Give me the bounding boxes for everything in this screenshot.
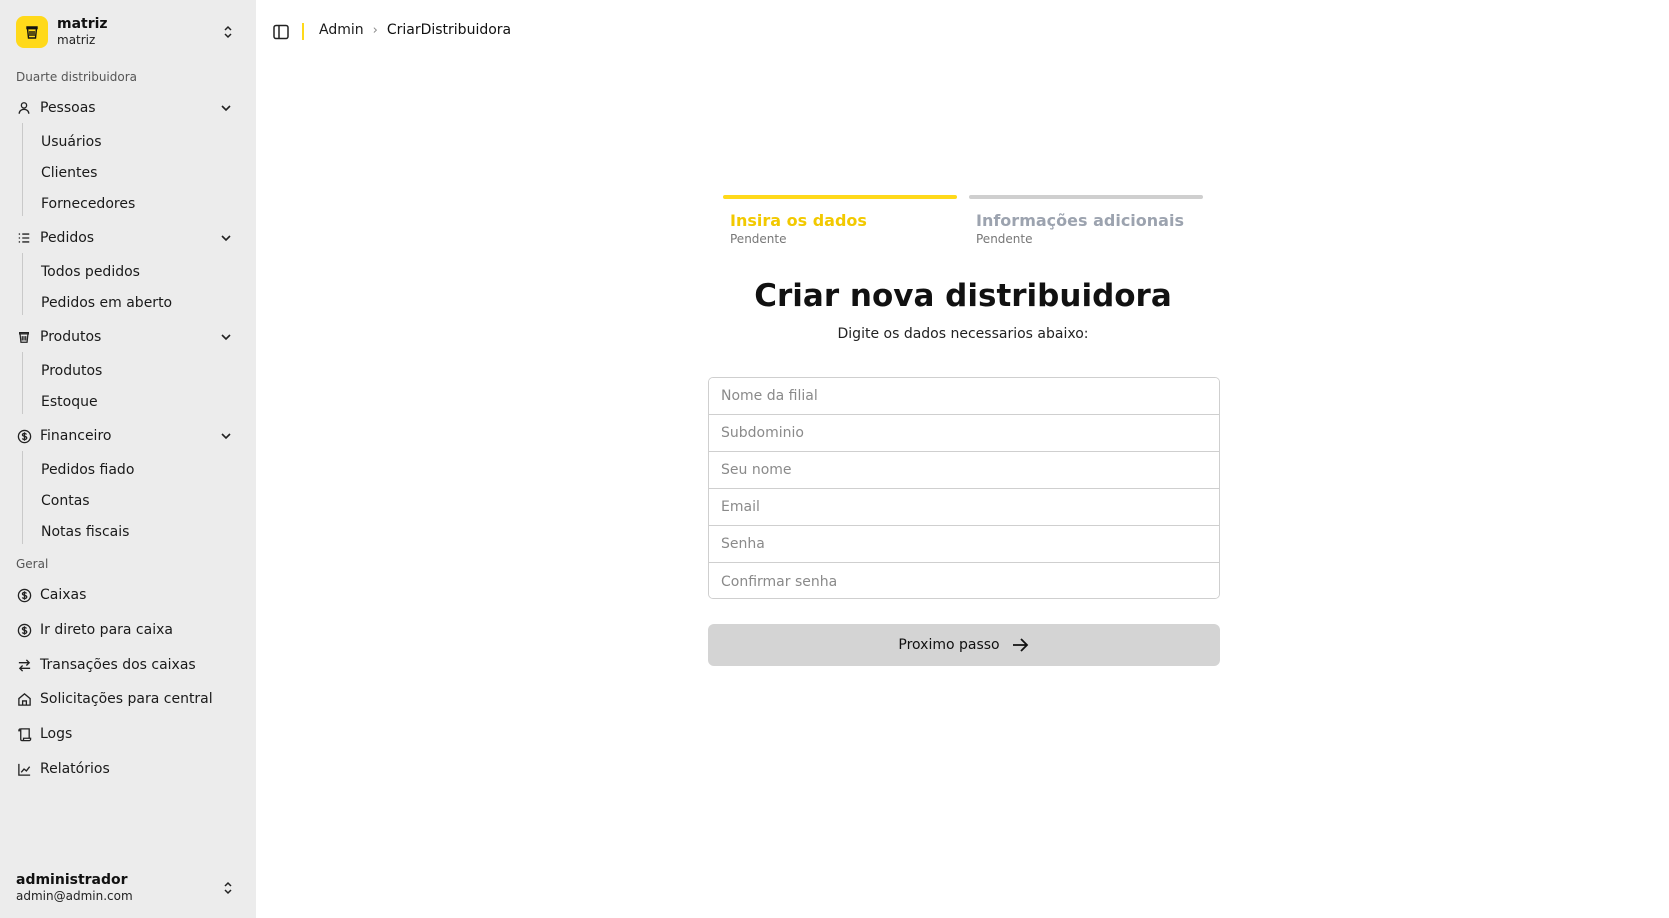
nav-group-produtos[interactable]: Produtos bbox=[16, 324, 242, 350]
form-title: Criar nova distribuidora bbox=[754, 278, 1172, 314]
senha-field[interactable] bbox=[709, 526, 1219, 563]
nav-group-label: Produtos bbox=[40, 329, 102, 345]
chevron-right-icon: › bbox=[372, 22, 378, 38]
form-subtitle: Digite os dados necessarios abaixo: bbox=[837, 326, 1089, 342]
seu-nome-field[interactable] bbox=[709, 452, 1219, 489]
list-icon bbox=[16, 230, 32, 246]
scroll-icon bbox=[16, 726, 32, 742]
email-field[interactable] bbox=[709, 489, 1219, 526]
submenu-rail bbox=[22, 123, 23, 216]
org-switcher[interactable]: matriz matriz bbox=[16, 14, 242, 50]
sidebar-item-relatorios[interactable]: Relatórios bbox=[16, 756, 242, 782]
step-title: Informações adicionais bbox=[976, 211, 1184, 230]
sidebar-item-solicitacoes-para-central[interactable]: Solicitações para central bbox=[16, 686, 242, 712]
dollar-circle-icon bbox=[16, 428, 32, 444]
chevron-down-icon bbox=[221, 105, 231, 112]
sidebar-item-transacoes-dos-caixas[interactable]: Transações dos caixas bbox=[16, 652, 242, 678]
sidebar-item-pedidos-em-aberto[interactable]: Pedidos em aberto bbox=[41, 291, 172, 315]
chevron-down-icon bbox=[221, 334, 231, 341]
arrows-left-right-icon bbox=[16, 657, 32, 673]
section-label-general: Geral bbox=[16, 557, 49, 571]
chevron-down-icon bbox=[221, 235, 231, 242]
next-step-label: Proximo passo bbox=[898, 637, 1000, 653]
section-label-company: Duarte distribuidora bbox=[16, 70, 138, 84]
header-separator bbox=[302, 23, 304, 40]
org-name: matriz bbox=[57, 15, 108, 32]
nav-group-pessoas[interactable]: Pessoas bbox=[16, 95, 242, 121]
sidebar-item-label: Logs bbox=[40, 726, 73, 742]
nav-group-label: Financeiro bbox=[40, 428, 112, 444]
sidebar-item-contas[interactable]: Contas bbox=[41, 489, 90, 513]
nome-da-filial-field[interactable] bbox=[709, 378, 1219, 415]
dollar-circle-icon bbox=[16, 622, 32, 638]
stepper: Insira os dados Pendente Informações adi… bbox=[723, 195, 1203, 251]
confirmar-senha-field[interactable] bbox=[709, 563, 1219, 598]
chevrons-up-down-icon bbox=[224, 25, 232, 39]
step-insira-os-dados[interactable]: Insira os dados Pendente bbox=[723, 195, 957, 246]
submenu-rail bbox=[22, 451, 23, 544]
sidebar-item-label: Transações dos caixas bbox=[40, 657, 196, 673]
step-informacoes-adicionais[interactable]: Informações adicionais Pendente bbox=[969, 195, 1203, 246]
top-header: Admin › CriarDistribuidora bbox=[256, 0, 1669, 64]
user-icon bbox=[16, 100, 32, 116]
sidebar-item-label: Ir direto para caixa bbox=[40, 622, 173, 638]
sidebar-item-todos-pedidos[interactable]: Todos pedidos bbox=[41, 260, 140, 284]
step-status: Pendente bbox=[976, 232, 1033, 246]
sidebar: matriz matriz Duarte distribuidora Pesso… bbox=[0, 0, 256, 918]
step-progress-bar bbox=[969, 195, 1203, 199]
sidebar-toggle-icon[interactable] bbox=[272, 23, 290, 41]
user-menu[interactable]: administrador admin@admin.com bbox=[16, 870, 242, 906]
chevrons-up-down-icon bbox=[224, 881, 232, 895]
submenu-rail bbox=[22, 352, 23, 414]
sidebar-item-produtos[interactable]: Produtos bbox=[41, 359, 102, 383]
sidebar-item-fornecedores[interactable]: Fornecedores bbox=[41, 192, 135, 216]
chevron-down-icon bbox=[221, 433, 231, 440]
sidebar-item-label: Caixas bbox=[40, 587, 87, 603]
arrow-right-icon bbox=[1012, 638, 1028, 652]
chart-icon bbox=[16, 761, 32, 777]
sidebar-item-estoque[interactable]: Estoque bbox=[41, 390, 98, 414]
sidebar-item-logs[interactable]: Logs bbox=[16, 721, 242, 747]
sidebar-item-caixas[interactable]: Caixas bbox=[16, 582, 242, 608]
home-icon bbox=[16, 691, 32, 707]
sidebar-item-pedidos-fiado[interactable]: Pedidos fiado bbox=[41, 458, 134, 482]
dollar-circle-icon bbox=[16, 587, 32, 603]
org-subtitle: matriz bbox=[57, 33, 96, 48]
submenu-rail bbox=[22, 253, 23, 315]
sidebar-item-notas-fiscais[interactable]: Notas fiscais bbox=[41, 520, 129, 544]
sidebar-item-ir-direto-para-caixa[interactable]: Ir direto para caixa bbox=[16, 617, 242, 643]
nav-group-pedidos[interactable]: Pedidos bbox=[16, 225, 242, 251]
nav-group-label: Pessoas bbox=[40, 100, 96, 116]
cup-icon bbox=[16, 16, 48, 48]
cup-icon bbox=[16, 329, 32, 345]
nav-group-financeiro[interactable]: Financeiro bbox=[16, 423, 242, 449]
step-title: Insira os dados bbox=[730, 211, 867, 230]
step-progress-bar bbox=[723, 195, 957, 199]
step-status: Pendente bbox=[730, 232, 787, 246]
subdominio-field[interactable] bbox=[709, 415, 1219, 452]
form-fields bbox=[708, 377, 1220, 599]
sidebar-item-clientes[interactable]: Clientes bbox=[41, 161, 97, 185]
user-email: admin@admin.com bbox=[16, 889, 133, 904]
sidebar-item-label: Relatórios bbox=[40, 761, 110, 777]
breadcrumb-admin-link[interactable]: Admin bbox=[319, 22, 364, 38]
next-step-button[interactable]: Proximo passo bbox=[708, 624, 1220, 666]
breadcrumb: Admin › CriarDistribuidora bbox=[319, 22, 511, 38]
sidebar-item-usuarios[interactable]: Usuários bbox=[41, 130, 102, 154]
nav-group-label: Pedidos bbox=[40, 230, 95, 246]
sidebar-item-label: Solicitações para central bbox=[40, 691, 213, 707]
user-name: administrador bbox=[16, 871, 128, 888]
breadcrumb-current: CriarDistribuidora bbox=[386, 22, 512, 38]
